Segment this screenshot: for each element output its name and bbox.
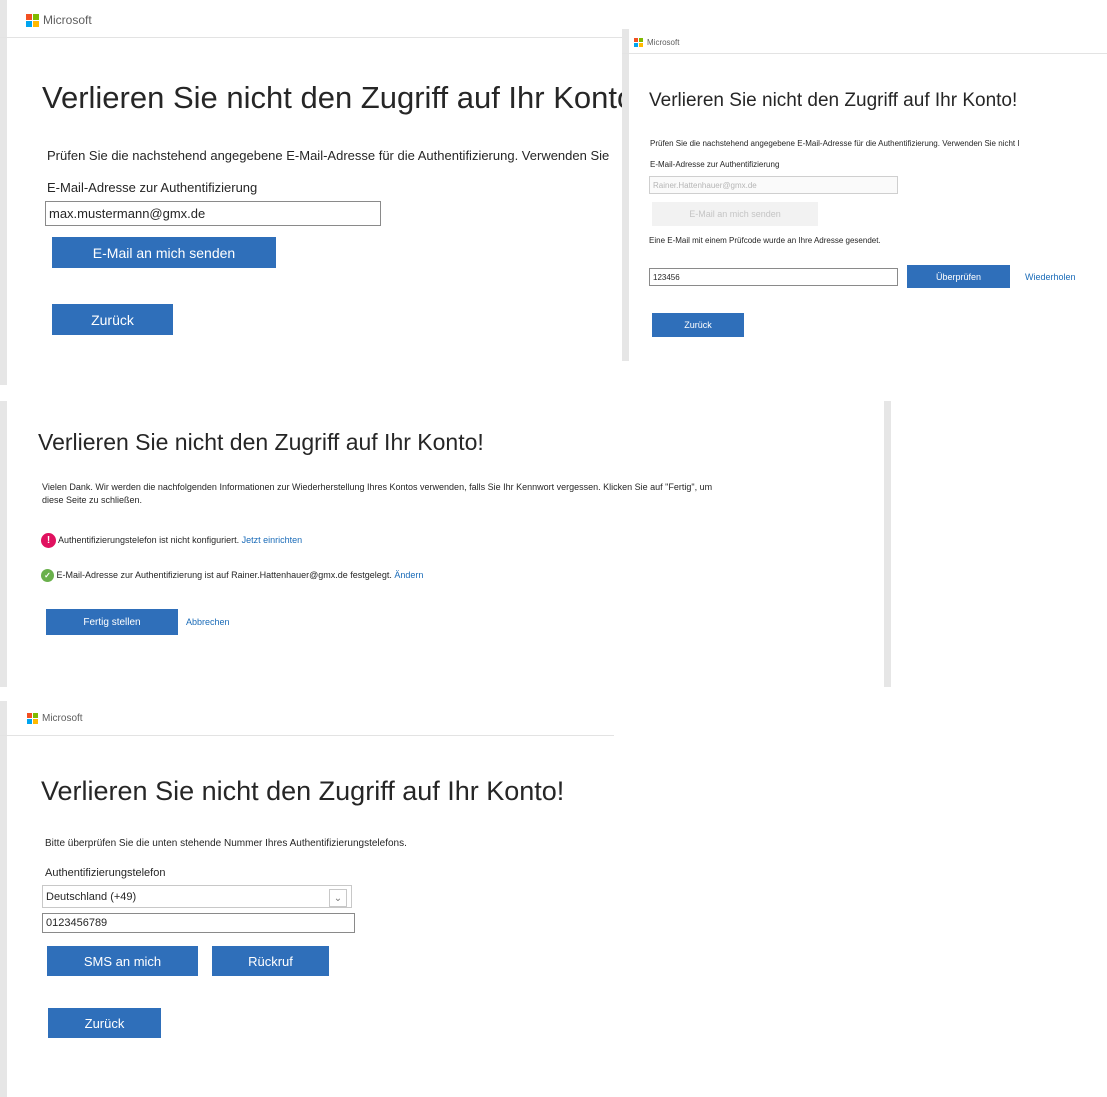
microsoft-logo-text: Microsoft (43, 13, 92, 27)
page-description: Bitte überprüfen Sie die unten stehende … (45, 838, 407, 849)
window-left-edge (0, 401, 7, 687)
page-title: Verlieren Sie nicht den Zugriff auf Ihr … (38, 429, 484, 455)
cancel-link[interactable]: Abbrechen (186, 617, 230, 627)
page-description: Prüfen Sie die nachstehend angegebene E-… (650, 139, 1020, 148)
header-bar (0, 0, 622, 38)
back-button[interactable]: Zurück (652, 313, 744, 337)
email-status-row: ✓ E-Mail-Adresse zur Authentifizierung i… (41, 569, 423, 582)
sms-button[interactable]: SMS an mich (47, 946, 198, 976)
back-button[interactable]: Zurück (48, 1008, 161, 1038)
window-left-edge (0, 701, 7, 1097)
phone-number-input[interactable]: 0123456789 (42, 913, 355, 933)
microsoft-logo-icon (27, 713, 38, 724)
email-input[interactable]: max.mustermann@gmx.de (45, 201, 381, 226)
chevron-down-icon[interactable]: ⌄ (329, 889, 347, 907)
window-left-edge (622, 29, 629, 361)
microsoft-logo-icon (26, 13, 39, 27)
microsoft-logo-text: Microsoft (647, 38, 680, 47)
retry-link[interactable]: Wiederholen (1025, 272, 1076, 282)
verify-button[interactable]: Überprüfen (907, 265, 1010, 288)
code-input[interactable]: 123456 (649, 268, 898, 286)
microsoft-logo: Microsoft (634, 38, 679, 47)
panel-phone-verify: Microsoft Verlieren Sie nicht den Zugrif… (0, 701, 614, 1097)
callback-button[interactable]: Rückruf (212, 946, 329, 976)
page-description: Prüfen Sie die nachstehend angegebene E-… (47, 148, 610, 163)
send-email-button[interactable]: E-Mail an mich senden (52, 237, 276, 268)
microsoft-logo-text: Microsoft (42, 713, 83, 724)
header-bar (622, 29, 1107, 54)
page-title: Verlieren Sie nicht den Zugriff auf Ihr … (41, 776, 565, 806)
phone-label: Authentifizierungstelefon (45, 867, 166, 879)
panel-summary: Verlieren Sie nicht den Zugriff auf Ihr … (0, 401, 900, 687)
page-description-line1: Vielen Dank. Wir werden die nachfolgende… (42, 482, 713, 492)
finish-button[interactable]: Fertig stellen (46, 609, 178, 635)
success-check-icon: ✓ (41, 569, 54, 582)
microsoft-logo: Microsoft (27, 713, 83, 724)
window-left-edge (0, 0, 7, 385)
window-right-edge (884, 401, 891, 687)
email-label: E-Mail-Adresse zur Authentifizierung (47, 180, 258, 195)
email-input-disabled: Rainer.Hattenhauer@gmx.de (649, 176, 898, 194)
error-icon: ! (41, 533, 56, 548)
phone-status-text: Authentifizierungstelefon ist nicht konf… (58, 534, 240, 545)
page-title: Verlieren Sie nicht den Zugriff auf Ihr … (42, 80, 622, 115)
country-select[interactable]: Deutschland (+49) ⌄ (42, 885, 352, 908)
microsoft-logo: Microsoft (26, 13, 92, 27)
email-label: E-Mail-Adresse zur Authentifizierung (650, 160, 780, 169)
email-status-text: E-Mail-Adresse zur Authentifizierung ist… (56, 569, 392, 580)
header-bar (0, 701, 614, 736)
back-button[interactable]: Zurück (52, 304, 173, 335)
change-email-link[interactable]: Ändern (394, 570, 423, 580)
panel-email-verify: Microsoft Verlieren Sie nicht den Zugrif… (622, 29, 1107, 361)
country-select-value: Deutschland (+49) (46, 890, 137, 903)
page-description-line2: diese Seite zu schließen. (42, 495, 143, 505)
microsoft-logo-icon (634, 38, 643, 47)
page-title: Verlieren Sie nicht den Zugriff auf Ihr … (649, 90, 1018, 111)
sent-message: Eine E-Mail mit einem Prüfcode wurde an … (649, 236, 881, 245)
setup-phone-link[interactable]: Jetzt einrichten (242, 535, 303, 545)
phone-status-row: ! Authentifizierungstelefon ist nicht ko… (41, 533, 302, 548)
panel-email-entry: Microsoft Verlieren Sie nicht den Zugrif… (0, 0, 622, 385)
send-email-button-disabled: E-Mail an mich senden (652, 202, 818, 226)
